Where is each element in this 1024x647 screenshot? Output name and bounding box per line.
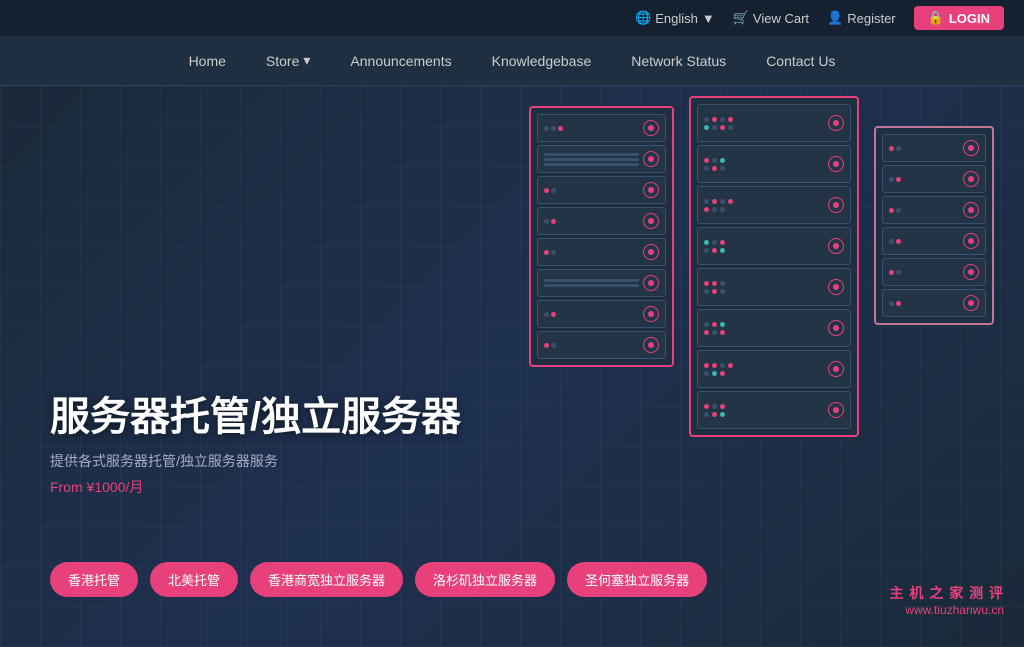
server-unit: [697, 309, 851, 347]
lock-icon: 🔒: [928, 10, 944, 26]
server-unit: [537, 331, 666, 359]
tag-btn-1[interactable]: 北美托管: [150, 562, 238, 597]
watermark-line2: www.tiuzhanwu.cn: [890, 603, 1004, 617]
server-unit: [537, 114, 666, 142]
tag-btn-4[interactable]: 圣何塞独立服务器: [567, 562, 707, 597]
nav-store[interactable]: Store ▾: [266, 52, 311, 69]
server-unit: [882, 134, 986, 162]
login-button[interactable]: 🔒 LOGIN: [914, 6, 1004, 30]
tag-btn-3[interactable]: 洛杉矶独立服务器: [415, 562, 555, 597]
view-cart-link[interactable]: 🛒 View Cart: [733, 10, 809, 26]
server-unit: [697, 186, 851, 224]
language-selector[interactable]: 🌐 English ▼: [635, 10, 715, 26]
server-unit: [697, 350, 851, 388]
server-unit: [882, 196, 986, 224]
globe-icon: 🌐: [635, 10, 651, 26]
rack-center: [689, 96, 859, 437]
hero-title: 服务器托管/独立服务器: [50, 395, 461, 439]
register-link[interactable]: 👤 Register: [827, 10, 896, 26]
nav-network-status[interactable]: Network Status: [631, 53, 726, 69]
language-label: English: [655, 11, 698, 26]
server-unit: [882, 165, 986, 193]
server-unit: [697, 268, 851, 306]
server-unit: [537, 145, 666, 173]
nav-home[interactable]: Home: [189, 53, 226, 69]
rack-right: [874, 126, 994, 325]
server-unit: [537, 269, 666, 297]
user-icon: 👤: [827, 10, 843, 26]
view-cart-label: View Cart: [753, 11, 809, 26]
server-racks: [529, 126, 994, 437]
language-arrow: ▼: [702, 11, 715, 26]
server-unit: [537, 300, 666, 328]
server-unit: [697, 391, 851, 429]
server-unit: [697, 145, 851, 183]
rack-left: [529, 106, 674, 367]
top-bar: 🌐 English ▼ 🛒 View Cart 👤 Register 🔒 LOG…: [0, 0, 1024, 36]
dropdown-arrow: ▾: [303, 52, 310, 69]
server-unit: [537, 207, 666, 235]
nav-knowledgebase[interactable]: Knowledgebase: [492, 53, 592, 69]
server-unit: [882, 289, 986, 317]
nav-announcements[interactable]: Announcements: [350, 53, 451, 69]
hero-section: 服务器托管/独立服务器 提供各式服务器托管/独立服务器服务 From ¥1000…: [0, 86, 1024, 647]
login-label: LOGIN: [949, 11, 990, 26]
tag-btn-2[interactable]: 香港商宽独立服务器: [250, 562, 403, 597]
server-unit: [882, 258, 986, 286]
server-unit: [697, 227, 851, 265]
tag-buttons: 香港托管 北美托管 香港商宽独立服务器 洛杉矶独立服务器 圣何塞独立服务器: [50, 562, 707, 597]
nav-contact-us[interactable]: Contact Us: [766, 53, 835, 69]
watermark-line1: 主 机 之 家 测 评: [890, 583, 1004, 603]
server-unit: [882, 227, 986, 255]
register-label: Register: [847, 11, 895, 26]
server-unit: [537, 238, 666, 266]
hero-subtitle: 提供各式服务器托管/独立服务器服务: [50, 451, 461, 471]
navigation: Home Store ▾ Announcements Knowledgebase…: [0, 36, 1024, 86]
server-unit: [537, 176, 666, 204]
hero-price: From ¥1000/月: [50, 477, 461, 497]
hero-content: 服务器托管/独立服务器 提供各式服务器托管/独立服务器服务 From ¥1000…: [50, 395, 461, 517]
tag-btn-0[interactable]: 香港托管: [50, 562, 138, 597]
cart-icon: 🛒: [733, 10, 749, 26]
watermark: 主 机 之 家 测 评 www.tiuzhanwu.cn: [890, 583, 1004, 617]
server-unit: [697, 104, 851, 142]
